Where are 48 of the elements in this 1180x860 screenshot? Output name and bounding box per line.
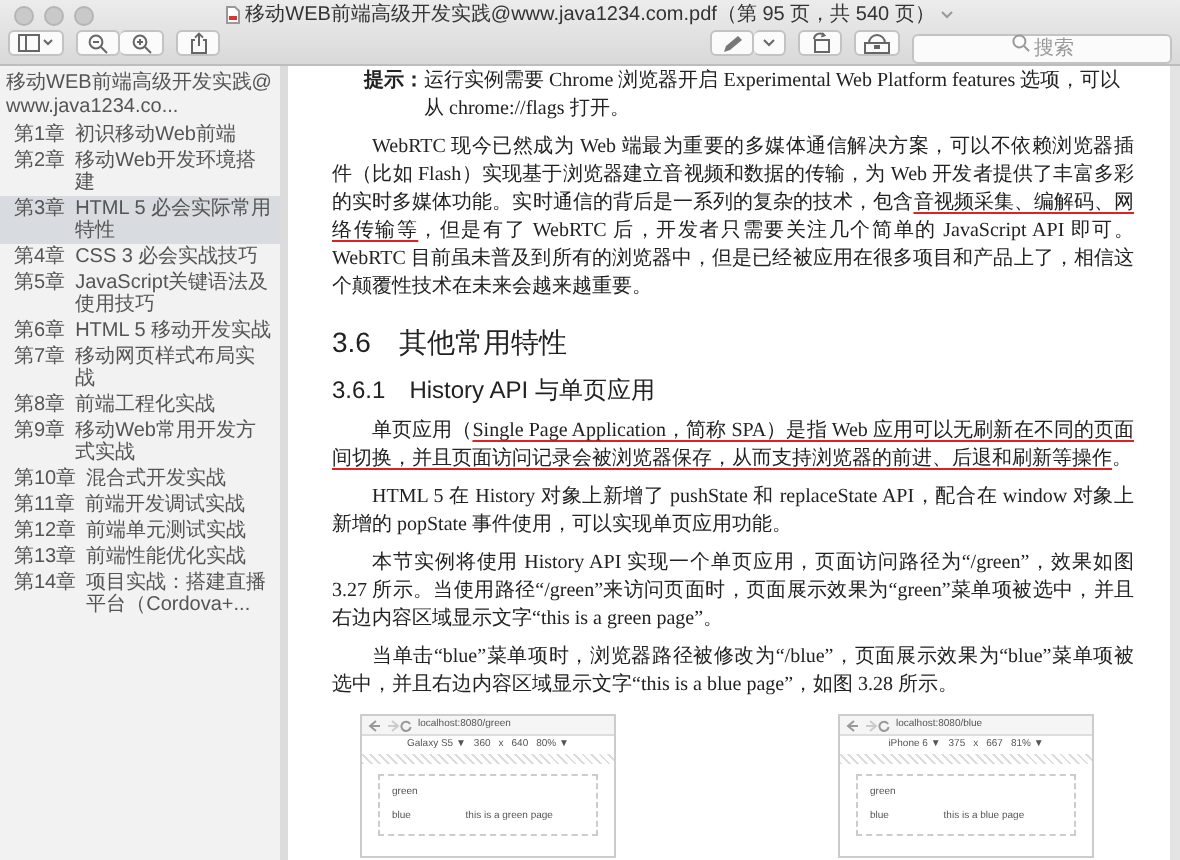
share-icon <box>189 32 207 54</box>
toolbox-icon <box>864 33 890 53</box>
chapter-item[interactable]: 第14章 项目实战：搭建直播平台（Cordova+... <box>0 570 280 618</box>
chapter-item[interactable]: 第7章 移动网页样式布局实战 <box>0 344 280 392</box>
section-number: 3.6.1 <box>332 376 386 406</box>
chapter-item[interactable]: 第6章 HTML 5 移动开发实战 <box>0 318 280 344</box>
window-title: 移动WEB前端高级开发实践@www.java1234.com.pdf（第 95 页，共 540 页） <box>245 1 935 28</box>
sidebar-icon <box>18 34 54 52</box>
pen-button[interactable] <box>710 30 754 56</box>
pen-icon <box>721 33 743 53</box>
paragraph: 当单击“blue”菜单项时，浏览器路径被修改为“/blue”，页面展示效果为“blue”菜单项被选中，并且右边内容区域显示文字“this is a blue page”，如图 3.28 所示。 <box>332 644 1134 700</box>
chapter-item[interactable]: 第1章 初识移动Web前端 <box>0 122 280 148</box>
search-field[interactable]: 搜索 <box>912 34 1172 64</box>
toolbox-button[interactable] <box>854 30 900 56</box>
caret-icon <box>762 38 776 48</box>
share-button[interactable] <box>176 30 220 56</box>
rotate-button[interactable] <box>798 30 842 56</box>
tip-text: 运行实例需要 Chrome 浏览器开启 Experimental Web Platform features 选项，可以从 chrome://flags 打开。 <box>424 68 1123 124</box>
chapter-item[interactable]: 第2章 移动Web开发环境搭建 <box>0 148 280 196</box>
paragraph: WebRTC 现今已然成为 Web 端最为重要的多媒体通信解决方案，可以不依赖浏览器插件（比如 Flash）实现基于浏览器建立音视频和数据的传输，为 Web 开发者提供了丰富多彩的实时多媒体功能。实时通信的背后是一系列的复杂的技术，包含音视频采集、编解码、网络传输等，但是有了 WebRTC 后，开发者只需要关注几个简单的 JavaScript API 即可。WebRTC 目前虽未普及到所有的浏览器中，但是已经被应用在很多项目和产品上了，相信这个颠覆性技术在未来会越来越重要。 <box>332 134 1134 302</box>
zoom-out-button[interactable] <box>76 30 120 56</box>
sidebar-toggle-button[interactable] <box>8 30 64 56</box>
zoom-in-icon <box>131 33 151 53</box>
chapter-item[interactable]: 第13章 前端性能优化实战 <box>0 544 280 570</box>
zoom-in-button[interactable] <box>120 30 164 56</box>
chapter-item[interactable]: 第10章 混合式开发实战 <box>0 466 280 492</box>
chapter-item[interactable]: 第4章 CSS 3 必会实战技巧 <box>0 244 280 270</box>
dropdown-button[interactable] <box>754 30 786 56</box>
paragraph: 本节实例将使用 History API 实现一个单页应用，页面访问路径为“/green”，效果如图 3.27 所示。当使用路径“/green”来访问页面时，页面展示效果为“green”菜单项被选中，并且右边内容区域显示文字“this is a green page”。 <box>332 550 1134 634</box>
navigation-icon <box>368 719 412 731</box>
section-title: 其他常用特性 <box>398 326 567 360</box>
section-title: History API 与单页应用 <box>409 376 655 406</box>
paragraph: HTML 5 在 History 对象上新增了 pushState 和 replaceState API，配合在 window 对象上新增的 popState 事件使用，可以实现单页应用功能。 <box>332 484 1134 540</box>
zoom-out-icon <box>88 33 108 53</box>
search-icon <box>1012 34 1030 52</box>
chapter-item[interactable]: 第9章 移动Web常用开发方式实战 <box>0 418 280 466</box>
paragraph: 单页应用（Single Page Application，简称 SPA）是指 Web 应用可以无刷新在不同的页面间切换，并且页面访问记录会被浏览器保存，从而支持浏览器的前进、后退和刷新等操作。 <box>332 418 1134 474</box>
navigation-icon <box>846 719 890 731</box>
rotate-icon <box>809 32 831 54</box>
chapter-item[interactable]: 第11章 前端开发调试实战 <box>0 492 280 518</box>
sidebar-title[interactable]: 移动WEB前端高级开发实践@www.java1234.co... <box>0 70 280 122</box>
chapter-item[interactable]: 第12章 前端单元测试实战 <box>0 518 280 544</box>
tip-label: 提示： <box>364 68 424 96</box>
chapter-item[interactable]: 第8章 前端工程化实战 <box>0 392 280 418</box>
document-icon <box>225 5 240 23</box>
section-number: 3.6 <box>332 326 371 360</box>
chapter-item[interactable]: 第3章 HTML 5 必会实际常用特性 <box>0 196 280 244</box>
chapter-item[interactable]: 第5章 JavaScript关键语法及使用技巧 <box>0 270 280 318</box>
